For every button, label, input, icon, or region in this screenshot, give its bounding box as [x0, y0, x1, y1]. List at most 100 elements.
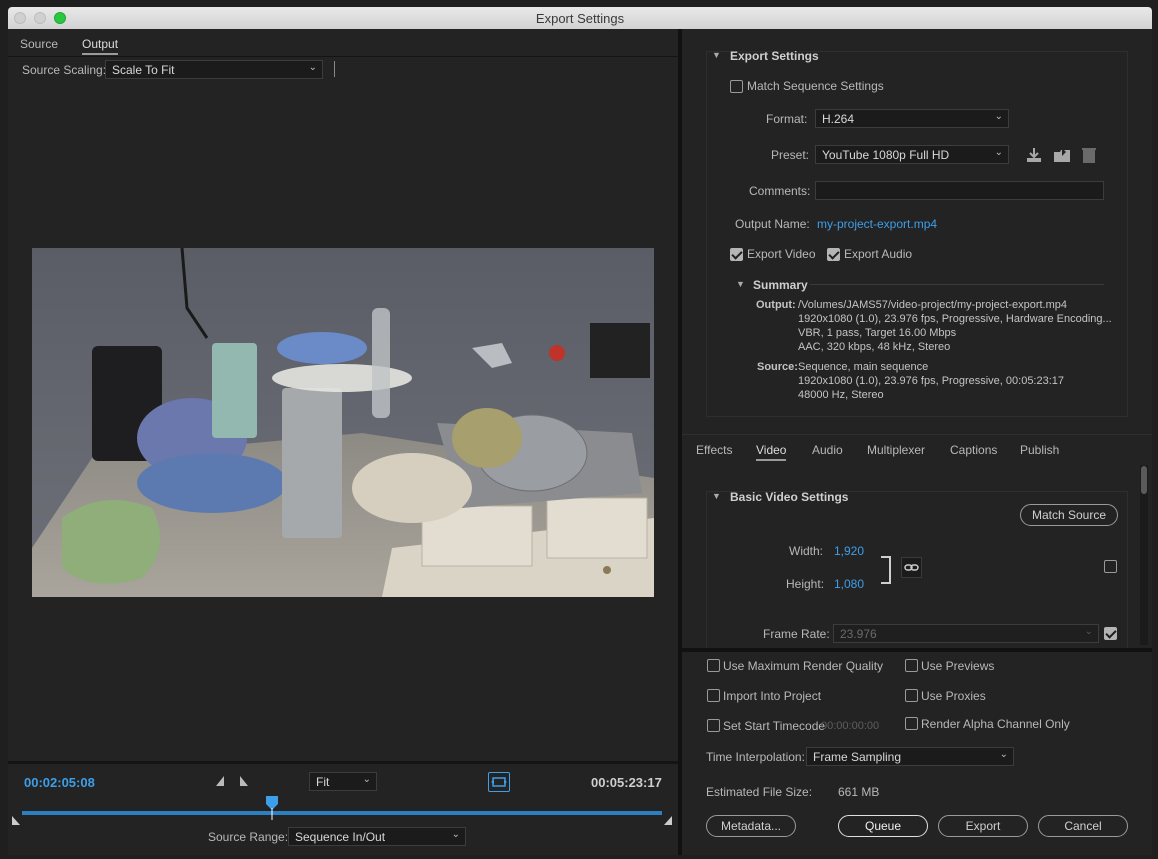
use-previews-checkbox[interactable] [905, 659, 918, 672]
summary-header: Summary [753, 278, 808, 292]
export-settings-window: Export Settings Source Output Source Sca… [0, 0, 1158, 859]
export-video-label: Export Video [747, 247, 816, 261]
source-range-select[interactable]: Sequence In/Out ⌄ [288, 827, 466, 846]
import-preset-icon[interactable] [1053, 146, 1071, 164]
cancel-button[interactable]: Cancel [1038, 815, 1128, 837]
comments-label: Comments: [749, 184, 811, 198]
title-bar: Export Settings [8, 7, 1152, 29]
chevron-down-icon: ⌄ [308, 62, 317, 73]
chevron-down-icon: ⌄ [999, 749, 1008, 760]
tab-captions[interactable]: Captions [950, 443, 997, 457]
preset-value: YouTube 1080p Full HD [822, 148, 950, 162]
range-start-handle[interactable] [12, 816, 20, 825]
preview-pane: Source Output Source Scaling: Scale To F… [8, 29, 678, 855]
zoom-fit-value: Fit [316, 775, 330, 789]
source-scaling-select[interactable]: Scale To Fit ⌄ [105, 60, 323, 79]
video-preview-image [32, 248, 654, 597]
render-alpha-checkbox[interactable] [905, 717, 918, 730]
frame-rate-label: Frame Rate: [763, 627, 830, 641]
export-audio-checkbox[interactable] [827, 248, 840, 261]
source-range-value: Sequence In/Out [295, 830, 386, 844]
source-scaling-value: Scale To Fit [112, 63, 175, 77]
timeline-divider [8, 761, 678, 764]
frame-rate-value: 23.976 [840, 627, 877, 641]
use-previews-label: Use Previews [921, 659, 995, 673]
time-interpolation-label: Time Interpolation: [706, 750, 805, 764]
comments-input[interactable] [815, 181, 1104, 200]
aspect-ratio-toggle[interactable] [488, 772, 510, 792]
tab-video[interactable]: Video [756, 443, 787, 461]
export-video-checkbox[interactable] [730, 248, 743, 261]
width-value[interactable]: 1,920 [834, 544, 864, 558]
set-start-timecode-label: Set Start Timecode [723, 719, 826, 733]
duration-timecode: 00:05:23:17 [591, 775, 662, 790]
tab-divider [8, 56, 678, 57]
render-alpha-label: Render Alpha Channel Only [921, 717, 1070, 731]
constrain-proportions-button[interactable] [901, 557, 922, 578]
export-audio-label: Export Audio [844, 247, 913, 261]
scrollbar-thumb[interactable] [1141, 466, 1147, 494]
collapse-triangle-icon[interactable]: ▼ [736, 279, 745, 289]
preset-select[interactable]: YouTube 1080p Full HD ⌄ [815, 145, 1009, 164]
height-value[interactable]: 1,080 [834, 577, 864, 591]
height-label: Height: [786, 577, 825, 591]
format-select[interactable]: H.264 ⌄ [815, 109, 1009, 128]
collapse-triangle-icon[interactable]: ▼ [712, 491, 721, 501]
metadata-button[interactable]: Metadata... [706, 815, 796, 837]
current-timecode[interactable]: 00:02:05:08 [24, 775, 95, 790]
queue-button[interactable]: Queue [838, 815, 928, 837]
estimated-size-value: 661 MB [838, 785, 880, 799]
override-size-checkbox[interactable] [1104, 560, 1117, 573]
frame-rate-override-checkbox[interactable] [1104, 627, 1117, 640]
chevron-down-icon: ⌄ [451, 829, 460, 840]
output-name-link[interactable]: my-project-export.mp4 [817, 217, 937, 231]
basic-video-header: Basic Video Settings [730, 490, 849, 504]
link-bracket [881, 556, 891, 584]
preset-label: Preset: [771, 148, 810, 162]
match-sequence-checkbox[interactable] [730, 80, 743, 93]
frame-rate-select[interactable]: 23.976 ⌄ [833, 624, 1099, 643]
chevron-down-icon: ⌄ [362, 774, 371, 785]
tab-multiplexer[interactable]: Multiplexer [867, 443, 925, 457]
tab-source[interactable]: Source [20, 37, 58, 51]
video-preview-frame [32, 248, 654, 597]
max-render-quality-checkbox[interactable] [707, 659, 720, 672]
output-name-label: Output Name: [735, 217, 810, 231]
summary-output-line: VBR, 1 pass, Target 16.00 Mbps [798, 327, 957, 339]
zoom-fit-select[interactable]: Fit ⌄ [309, 772, 377, 791]
bottom-divider[interactable] [682, 648, 1152, 652]
playhead[interactable] [265, 796, 278, 820]
summary-source-line: 1920x1080 (1.0), 23.976 fps, Progressive… [798, 375, 1065, 387]
summary-source-line: Sequence, main sequence [798, 361, 929, 373]
tab-audio[interactable]: Audio [812, 443, 843, 457]
max-render-quality-label: Use Maximum Render Quality [723, 659, 884, 673]
import-into-project-checkbox[interactable] [707, 689, 720, 702]
text-cursor [334, 61, 335, 77]
mark-in-icon[interactable] [216, 776, 224, 786]
chevron-down-icon: ⌄ [994, 147, 1003, 158]
time-interpolation-select[interactable]: Frame Sampling ⌄ [806, 747, 1014, 766]
match-source-button[interactable]: Match Source [1020, 504, 1118, 526]
mark-out-icon[interactable] [240, 776, 248, 786]
collapse-triangle-icon[interactable]: ▼ [712, 50, 721, 60]
source-scaling-label: Source Scaling: [22, 63, 107, 77]
summary-source-label: Source: [757, 361, 798, 373]
width-label: Width: [789, 544, 824, 558]
start-timecode-value[interactable]: 00:00:00:00 [821, 720, 879, 732]
range-end-handle[interactable] [664, 816, 672, 825]
summary-output-line: AAC, 320 kbps, 48 kHz, Stereo [798, 341, 951, 353]
timeline-range-bar[interactable] [22, 811, 662, 815]
chevron-down-icon: ⌄ [1084, 626, 1093, 637]
set-start-timecode-checkbox[interactable] [707, 719, 720, 732]
tab-output[interactable]: Output [82, 37, 119, 55]
estimated-size-label: Estimated File Size: [706, 785, 813, 799]
tab-publish[interactable]: Publish [1020, 443, 1059, 457]
summary-output-line: 1920x1080 (1.0), 23.976 fps, Progressive… [798, 313, 1112, 325]
delete-preset-icon[interactable] [1081, 146, 1097, 164]
save-preset-icon[interactable] [1025, 146, 1043, 164]
tab-effects[interactable]: Effects [696, 443, 732, 457]
chain-link-icon [904, 564, 919, 571]
export-button[interactable]: Export [938, 815, 1028, 837]
import-into-project-label: Import Into Project [723, 689, 822, 703]
use-proxies-checkbox[interactable] [905, 689, 918, 702]
